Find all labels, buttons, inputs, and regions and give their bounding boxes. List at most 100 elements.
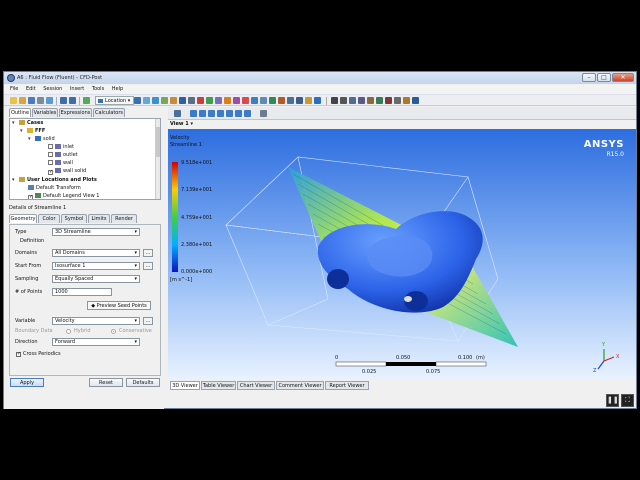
collapse-icon[interactable]: ▾ <box>20 129 25 134</box>
menu-tools[interactable]: Tools <box>92 85 104 94</box>
table-icon[interactable] <box>260 97 267 104</box>
zoom-icon[interactable] <box>208 110 215 117</box>
tab-limits[interactable]: Limits <box>88 214 110 223</box>
hybrid-radio[interactable] <box>66 329 71 334</box>
tab-calculators[interactable]: Calculators <box>93 108 125 117</box>
open-icon[interactable] <box>19 97 26 104</box>
quick-editor-icon[interactable] <box>305 97 312 104</box>
start-from-select[interactable]: Isosurface 1 <box>52 262 140 270</box>
tree-item-wall-solid[interactable]: ✓ wall solid <box>48 167 86 175</box>
clip-plane-icon[interactable] <box>224 97 231 104</box>
variable-browse-button[interactable]: ... <box>143 317 153 325</box>
report-icon[interactable] <box>314 97 321 104</box>
domains-browse-button[interactable]: ... <box>143 249 153 257</box>
function-calc-icon[interactable] <box>349 97 356 104</box>
tab-comment-viewer[interactable]: Comment Viewer <box>276 381 324 390</box>
volume-rendering-icon[interactable] <box>170 97 177 104</box>
tree-item-default-legend[interactable]: ✓ Default Legend View 1 <box>28 192 99 199</box>
tab-outline[interactable]: Outline <box>9 108 31 117</box>
tree-item-cases[interactable]: ▾ Cases <box>12 119 43 127</box>
select-icon[interactable] <box>174 110 181 117</box>
conservative-radio[interactable] <box>111 329 116 334</box>
tree-item-outlet[interactable]: outlet <box>48 151 78 159</box>
particle-track-icon[interactable] <box>161 97 168 104</box>
isosurface-icon[interactable] <box>179 97 186 104</box>
vector-icon[interactable] <box>134 97 141 104</box>
instance-transform-icon[interactable] <box>215 97 222 104</box>
print-icon[interactable] <box>37 97 44 104</box>
tree-item-solid[interactable]: ▾ solid <box>28 135 55 143</box>
animation-icon[interactable] <box>296 97 303 104</box>
tab-symbol[interactable]: Symbol <box>61 214 87 223</box>
tree-item-fff[interactable]: ▾ FFF <box>20 127 45 135</box>
menu-insert[interactable]: Insert <box>70 85 84 94</box>
type-select[interactable]: 3D Streamline <box>52 228 140 236</box>
contour-icon[interactable] <box>143 97 150 104</box>
coordinate-frame-icon[interactable] <box>197 97 204 104</box>
visibility-checkbox[interactable]: ✓ <box>48 170 53 175</box>
variable-select[interactable]: Velocity <box>52 317 140 325</box>
minimize-button[interactable]: – <box>582 73 596 82</box>
tab-table-viewer[interactable]: Table Viewer <box>201 381 236 390</box>
sampling-select[interactable]: Equally Spaced <box>52 275 140 283</box>
macro-icon[interactable] <box>403 97 410 104</box>
variable-icon[interactable] <box>242 97 249 104</box>
start-from-browse-button[interactable]: ... <box>143 262 153 270</box>
mesh-calc-icon[interactable] <box>367 97 374 104</box>
visibility-checkbox[interactable] <box>48 160 53 165</box>
tab-expressions[interactable]: Expressions <box>59 108 92 117</box>
streamline-icon[interactable] <box>152 97 159 104</box>
comment-icon[interactable] <box>278 97 285 104</box>
tab-color[interactable]: Color <box>38 214 60 223</box>
direction-select[interactable]: Forward <box>52 338 140 346</box>
apply-button[interactable]: Apply <box>10 378 44 387</box>
tab-geometry[interactable]: Geometry <box>9 214 37 223</box>
tab-3d-viewer[interactable]: 3D Viewer <box>170 381 200 390</box>
tree-item-user-locations[interactable]: ▾ User Locations and Plots <box>12 176 97 184</box>
legend-icon[interactable] <box>206 97 213 104</box>
menu-edit[interactable]: Edit <box>26 85 36 94</box>
tree-item-inlet[interactable]: inlet <box>48 143 74 151</box>
pan-icon[interactable] <box>199 110 206 117</box>
tab-variables[interactable]: Variables <box>32 108 58 117</box>
tab-render[interactable]: Render <box>111 214 137 223</box>
preview-seed-points-button[interactable]: ◆ Preview Seed Points <box>87 301 151 310</box>
visibility-checkbox[interactable] <box>48 144 53 149</box>
tree-item-wall[interactable]: wall <box>48 159 73 167</box>
visibility-checkbox[interactable]: ✓ <box>28 195 33 199</box>
defaults-button[interactable]: Defaults <box>126 378 160 387</box>
redo-icon[interactable] <box>69 97 76 104</box>
view-selector[interactable]: View 1 ▾ <box>170 121 193 127</box>
visibility-checkbox[interactable] <box>48 152 53 157</box>
settings-icon[interactable] <box>394 97 401 104</box>
close-button[interactable]: ✕ <box>612 73 634 82</box>
3d-viewport[interactable]: Velocity Streamline 1 9.518e+001 7.139e+… <box>168 129 636 379</box>
maximize-button[interactable]: □ <box>597 73 611 82</box>
zoom-out-icon[interactable] <box>244 110 251 117</box>
tab-chart-viewer[interactable]: Chart Viewer <box>237 381 275 390</box>
image-icon[interactable] <box>46 97 53 104</box>
tree-item-default-transform[interactable]: Default Transform <box>28 184 81 192</box>
layout-icon[interactable] <box>260 110 267 117</box>
timestep-icon[interactable] <box>331 97 338 104</box>
color-map-icon[interactable] <box>233 97 240 104</box>
scrollbar-thumb[interactable] <box>156 127 160 157</box>
figure-icon[interactable] <box>287 97 294 104</box>
tab-report-viewer[interactable]: Report Viewer <box>325 381 369 390</box>
points-input[interactable]: 1000 <box>52 288 112 296</box>
new-icon[interactable] <box>10 97 17 104</box>
reset-button[interactable]: Reset <box>89 378 123 387</box>
collapse-icon[interactable]: ▾ <box>12 178 17 183</box>
cross-periodics-checkbox[interactable]: ✓ <box>16 352 21 357</box>
probe-icon[interactable] <box>340 97 347 104</box>
collapse-icon[interactable]: ▾ <box>28 137 33 142</box>
collapse-icon[interactable]: ▾ <box>12 121 17 126</box>
location-button[interactable]: Location ▾ <box>95 96 135 105</box>
tree-scrollbar[interactable] <box>155 119 160 199</box>
menu-file[interactable]: File <box>10 85 18 94</box>
menu-help[interactable]: Help <box>112 85 123 94</box>
fullscreen-button[interactable]: ⛶ <box>621 394 634 407</box>
text-icon[interactable] <box>188 97 195 104</box>
undo-icon[interactable] <box>60 97 67 104</box>
save-icon[interactable] <box>28 97 35 104</box>
